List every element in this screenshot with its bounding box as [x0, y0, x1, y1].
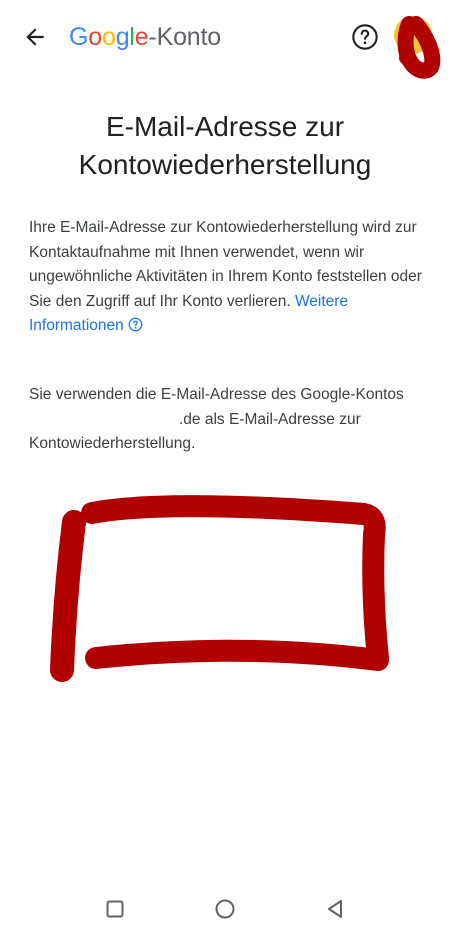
help-button[interactable]	[348, 20, 382, 54]
description-body: Ihre E-Mail-Adresse zur Kontowiederherst…	[29, 219, 422, 310]
account-avatar[interactable]	[394, 16, 432, 54]
app-bar: Google-Konto	[0, 0, 450, 76]
help-circle-icon	[352, 24, 378, 50]
arrow-left-icon	[26, 28, 44, 46]
square-icon	[106, 900, 124, 918]
nav-back-button[interactable]	[322, 896, 348, 922]
status-prefix: Sie verwenden die E-Mail-Adresse des Goo…	[29, 386, 404, 403]
description-text: Ihre E-Mail-Adresse zur Kontowiederherst…	[29, 216, 425, 339]
circle-icon	[215, 899, 235, 919]
recovery-status-text: Sie verwenden die E-Mail-Adresse des Goo…	[29, 383, 425, 457]
recents-button[interactable]	[102, 896, 128, 922]
system-nav-bar	[0, 880, 450, 938]
home-button[interactable]	[212, 896, 238, 922]
google-konto-logo: Google-Konto	[69, 23, 221, 51]
page: Google-Konto E-Mail-Adresse zur Kontowie…	[0, 0, 450, 938]
info-circle-icon	[128, 317, 143, 332]
back-button[interactable]	[16, 18, 54, 56]
masked-email	[29, 412, 179, 426]
triangle-back-icon	[328, 900, 342, 918]
page-title: E-Mail-Adresse zur Kontowiederherstellun…	[78, 111, 372, 180]
